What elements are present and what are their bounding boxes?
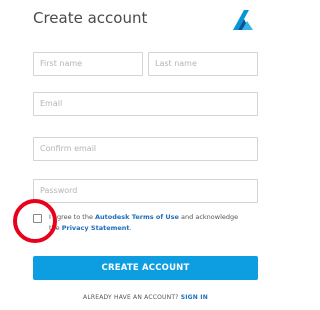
have-account-text: ALREADY HAVE AN ACCOUNT? <box>83 294 181 301</box>
privacy-statement-link[interactable]: Privacy Statement <box>62 224 130 232</box>
terms-text: I agree to the Autodesk Terms of Use and… <box>49 212 249 234</box>
email-field[interactable]: Email <box>33 92 258 116</box>
first-name-field[interactable]: First name <box>33 52 143 76</box>
last-name-field[interactable]: Last name <box>148 52 258 76</box>
page-title: Create account <box>33 9 148 27</box>
sign-in-link[interactable]: SIGN IN <box>181 294 208 301</box>
confirm-email-field[interactable]: Confirm email <box>33 137 258 161</box>
terms-checkbox[interactable] <box>33 214 42 223</box>
autodesk-logo-icon <box>233 10 253 30</box>
terms-of-use-link[interactable]: Autodesk Terms of Use <box>95 213 179 221</box>
terms-text-before: I agree to the <box>49 213 96 221</box>
terms-text-after: . <box>129 224 132 232</box>
password-field[interactable]: Password <box>33 179 258 203</box>
sign-in-prompt: ALREADY HAVE AN ACCOUNT? SIGN IN <box>33 294 258 301</box>
create-account-button[interactable]: CREATE ACCOUNT <box>33 256 258 280</box>
